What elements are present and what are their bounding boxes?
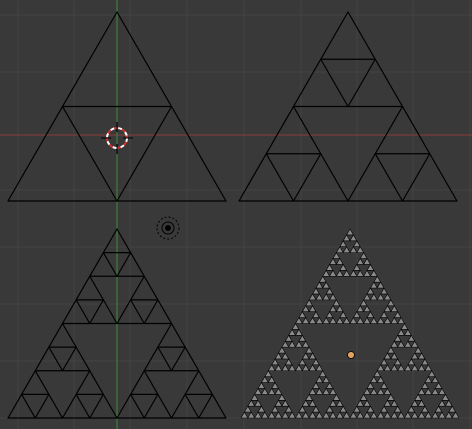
object-origin-icon[interactable]: [347, 351, 355, 359]
3d-viewport[interactable]: [0, 0, 472, 429]
